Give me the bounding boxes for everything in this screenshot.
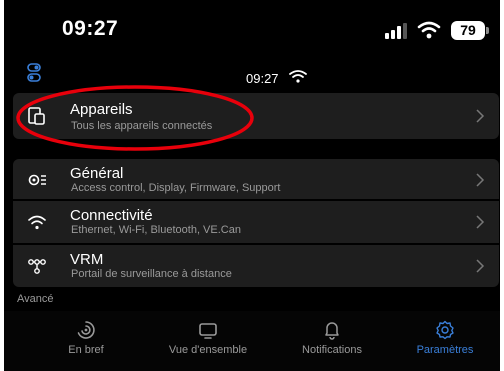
settings-list-icon — [28, 174, 46, 186]
row-subtitle: Portail de surveillance à distance — [71, 268, 232, 280]
tab-label: Vue d'ensemble — [168, 344, 248, 356]
wifi-status-icon — [417, 21, 441, 39]
overview-icon — [199, 323, 217, 339]
list-item-general[interactable]: Général Access control, Display, Firmwar… — [13, 159, 499, 199]
tab-label: Paramètres — [416, 344, 474, 356]
chevron-right-icon — [476, 109, 485, 123]
bottom-navigation: En bref Vue d'ensemble Notifications Par… — [4, 311, 500, 371]
tab-label: En bref — [68, 344, 104, 356]
list-item-vrm[interactable]: VRM Portail de surveillance à distance — [13, 245, 499, 287]
tab-vue-d-ensemble[interactable]: Vue d'ensemble — [158, 311, 258, 371]
row-subtitle: Access control, Display, Firmware, Suppo… — [71, 182, 281, 194]
tab-parametres[interactable]: Paramètres — [410, 311, 480, 371]
network-icon — [28, 259, 46, 274]
list-item-appareils[interactable]: Appareils Tous les appareils connectés — [13, 93, 499, 139]
row-title: Appareils — [70, 101, 133, 118]
chevron-right-icon — [476, 215, 485, 229]
app-clock: 09:27 — [246, 71, 279, 86]
chevron-right-icon — [476, 259, 485, 273]
cellular-signal-icon — [385, 23, 407, 39]
row-subtitle: Tous les appareils connectés — [71, 120, 213, 132]
section-header-avance: Avancé — [17, 293, 54, 305]
status-bar-time: 09:27 — [62, 17, 119, 40]
toggle-icon[interactable] — [27, 63, 41, 83]
chevron-right-icon — [476, 173, 485, 187]
row-title: VRM — [70, 251, 104, 268]
battery-indicator: 79 — [451, 21, 485, 40]
gear-icon — [436, 320, 454, 340]
battery-nub — [486, 27, 489, 34]
devices-icon — [28, 107, 45, 125]
gauge-icon — [77, 321, 95, 339]
tab-en-bref[interactable]: En bref — [56, 311, 116, 371]
row-title: Général — [70, 165, 124, 182]
tab-notifications[interactable]: Notifications — [286, 311, 378, 371]
wifi-icon — [28, 215, 46, 230]
wifi-icon — [289, 70, 307, 83]
list-item-connectivite[interactable]: Connectivité Ethernet, Wi-Fi, Bluetooth,… — [13, 201, 499, 243]
app-screen: 09:27 79 09:27 Appareils Tous les appare… — [4, 0, 500, 371]
row-subtitle: Ethernet, Wi-Fi, Bluetooth, VE.Can — [71, 224, 241, 236]
row-title: Connectivité — [70, 207, 153, 224]
bell-icon — [325, 322, 339, 340]
tab-label: Notifications — [302, 344, 362, 356]
